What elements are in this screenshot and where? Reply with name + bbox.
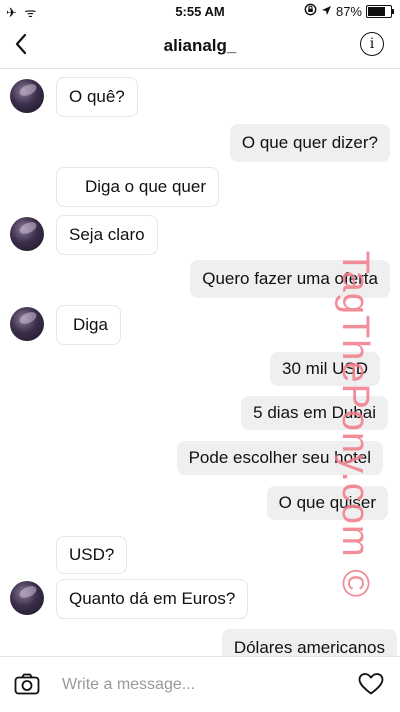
outgoing-message-bubble[interactable]: Dólares americanos (221, 629, 397, 656)
incoming-message-bubble[interactable]: Diga o que quer (56, 167, 219, 207)
status-bar: ✈ ᯤ 5:55 AM 87% (0, 0, 400, 22)
incoming-message-bubble[interactable]: Seja claro (56, 215, 158, 255)
conversation-header: alianalg_ i (0, 22, 400, 69)
avatar[interactable] (10, 79, 44, 113)
message-text: Dólares americanos (233, 638, 385, 656)
lock-rotation-icon (304, 3, 317, 19)
message-input[interactable] (60, 671, 334, 699)
outgoing-message-bubble[interactable]: O que quer dizer? (229, 124, 390, 162)
message-text: Quero fazer uma oferta (202, 269, 378, 288)
message-text: Seja claro (69, 225, 145, 244)
message-text: Diga (73, 315, 108, 334)
info-icon[interactable]: i (360, 32, 384, 56)
conversation-title[interactable]: alianalg_ (0, 36, 400, 56)
status-right: 87% (304, 3, 394, 19)
outgoing-message-bubble[interactable]: 30 mil USD (270, 352, 380, 386)
heart-icon[interactable] (358, 672, 384, 696)
incoming-message-bubble[interactable]: USD? (56, 536, 128, 574)
outgoing-message-bubble[interactable]: Quero fazer uma oferta (190, 260, 390, 298)
message-text: Pode escolher seu hotel (188, 448, 371, 467)
message-text: O que quiser (278, 493, 376, 512)
avatar[interactable] (10, 581, 44, 615)
incoming-message-bubble[interactable]: O quê? (56, 77, 138, 117)
message-text: 30 mil USD (282, 359, 368, 378)
outgoing-message-bubble[interactable]: 5 dias em Dubai (241, 396, 388, 430)
outgoing-message-bubble[interactable]: Pode escolher seu hotel (176, 441, 383, 475)
camera-icon[interactable] (14, 673, 40, 695)
message-text: Quanto dá em Euros? (69, 589, 236, 608)
message-composer (0, 656, 400, 712)
outgoing-message-bubble[interactable]: O que quiser (266, 486, 388, 520)
avatar[interactable] (10, 307, 44, 341)
battery-icon (366, 4, 394, 18)
battery-percent: 87% (335, 3, 362, 19)
message-text: O que quer dizer? (241, 133, 378, 152)
location-arrow-icon (321, 4, 332, 19)
message-text: USD? (69, 545, 115, 564)
incoming-message-bubble[interactable]: Diga (56, 305, 121, 345)
incoming-message-bubble[interactable]: Quanto dá em Euros? (56, 579, 249, 619)
battery-fill (368, 6, 385, 16)
message-list[interactable]: O quê? O que quer dizer? Diga o que quer Se… (0, 69, 400, 656)
avatar[interactable] (10, 217, 44, 251)
message-text: Diga o que quer (85, 177, 206, 196)
message-text: O quê? (69, 87, 125, 106)
message-text: 5 dias em Dubai (253, 403, 376, 422)
